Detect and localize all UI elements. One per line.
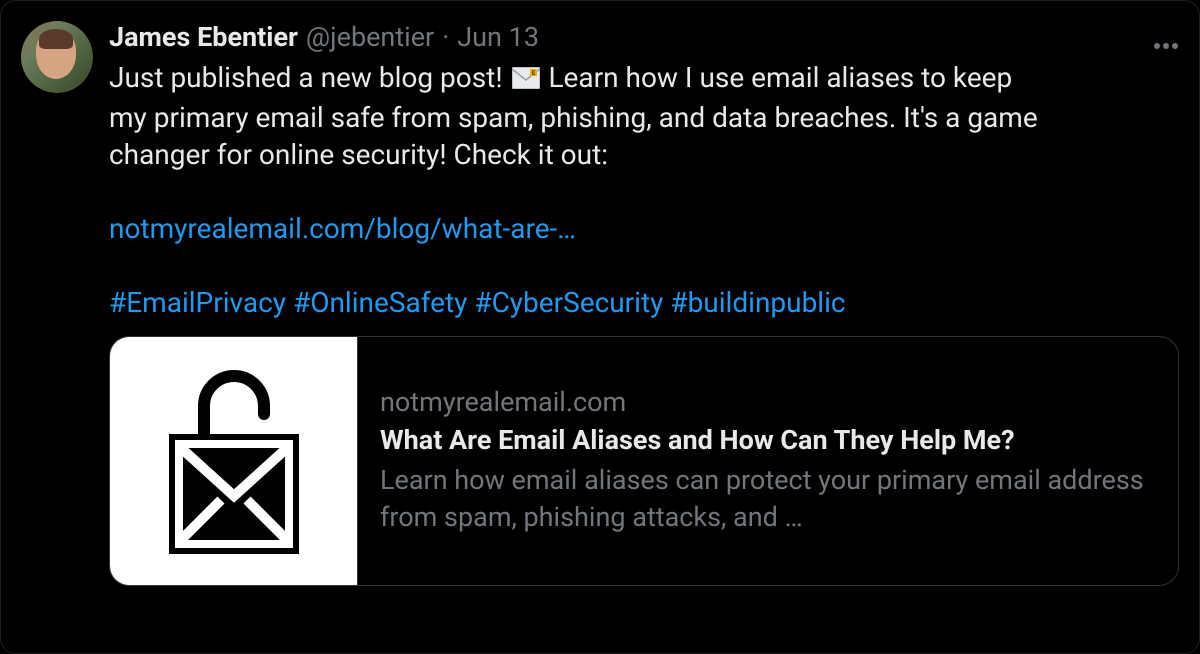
tweet-header: James Ebentier @jebentier · Jun 13 bbox=[109, 21, 1179, 55]
lock-envelope-icon bbox=[149, 356, 319, 566]
hashtag-cybersecurity[interactable]: #CyberSecurity bbox=[474, 286, 663, 319]
tweet-hashtags: #EmailPrivacy #OnlineSafety #CyberSecuri… bbox=[109, 284, 1179, 322]
author-name[interactable]: James Ebentier bbox=[109, 21, 298, 53]
author-handle[interactable]: @jebentier bbox=[306, 21, 434, 53]
link-card-domain: notmyrealemail.com bbox=[380, 386, 1156, 418]
blank-line bbox=[109, 248, 1179, 284]
author-info[interactable]: James Ebentier @jebentier · Jun 13 bbox=[109, 21, 539, 53]
tweet-text: Just published a new blog post! E Learn … bbox=[109, 59, 1179, 322]
tweet-date[interactable]: Jun 13 bbox=[457, 21, 539, 53]
blank-line bbox=[109, 174, 1179, 210]
link-card-description: Learn how email aliases can protect your… bbox=[380, 462, 1156, 535]
text-fragment: Learn how I use email aliases to keep bbox=[542, 61, 1013, 94]
tweet-text-line3: changer for online security! Check it ou… bbox=[109, 136, 1179, 174]
tweet-text-line2: my primary email safe from spam, phishin… bbox=[109, 99, 1179, 137]
tweet-content: James Ebentier @jebentier · Jun 13 Just … bbox=[109, 21, 1179, 633]
link-card-info: notmyrealemail.com What Are Email Aliase… bbox=[358, 337, 1178, 585]
link-card-title: What Are Email Aliases and How Can They … bbox=[380, 424, 1156, 456]
tweet-url-line: notmyrealemail.com/blog/what-are-… bbox=[109, 210, 1179, 248]
link-card-thumbnail bbox=[110, 337, 358, 585]
author-avatar[interactable] bbox=[21, 21, 93, 93]
link-preview-card[interactable]: notmyrealemail.com What Are Email Aliase… bbox=[109, 336, 1179, 586]
hashtag-emailprivacy[interactable]: #EmailPrivacy bbox=[109, 286, 286, 319]
hashtag-onlinesafety[interactable]: #OnlineSafety bbox=[293, 286, 467, 319]
hashtag-buildinpublic[interactable]: #buildinpublic bbox=[670, 286, 845, 319]
more-options-button[interactable] bbox=[1153, 21, 1179, 55]
text-fragment: Just published a new blog post! bbox=[109, 61, 510, 94]
envelope-emoji-icon: E bbox=[512, 61, 540, 99]
tweet-link[interactable]: notmyrealemail.com/blog/what-are-… bbox=[109, 212, 576, 245]
ellipsis-icon bbox=[1153, 24, 1179, 57]
tweet-text-line1: Just published a new blog post! E Learn … bbox=[109, 59, 1179, 99]
separator-dot: · bbox=[442, 21, 449, 53]
tweet[interactable]: James Ebentier @jebentier · Jun 13 Just … bbox=[0, 0, 1200, 654]
